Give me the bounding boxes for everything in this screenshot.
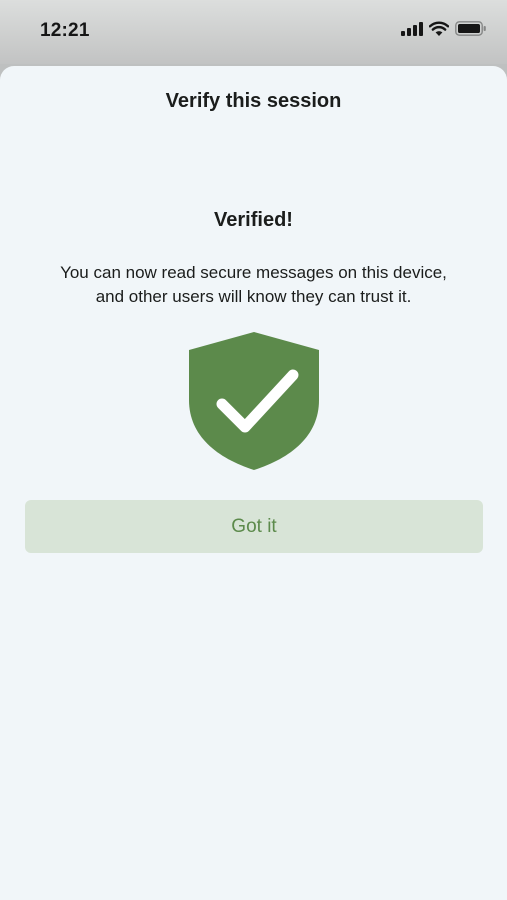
status-bar: 12:21	[0, 0, 507, 64]
sheet-title: Verify this session	[165, 90, 342, 112]
status-time: 12:21	[40, 20, 90, 41]
status-icons	[401, 21, 487, 41]
battery-icon	[455, 21, 487, 41]
wifi-icon	[428, 21, 450, 41]
verified-message-line-1: You can now read secure messages on this…	[60, 263, 447, 282]
verified-message-line-2: and other users will know they can trust…	[95, 287, 412, 306]
cellular-signal-icon	[401, 21, 423, 41]
verified-heading: Verified!	[214, 209, 293, 231]
verification-sheet: Verify this session Verified! You can no…	[0, 66, 507, 900]
verified-message: You can now read secure messages on this…	[30, 261, 477, 309]
got-it-button[interactable]: Got it	[25, 500, 483, 553]
shield-check-icon	[187, 330, 321, 472]
